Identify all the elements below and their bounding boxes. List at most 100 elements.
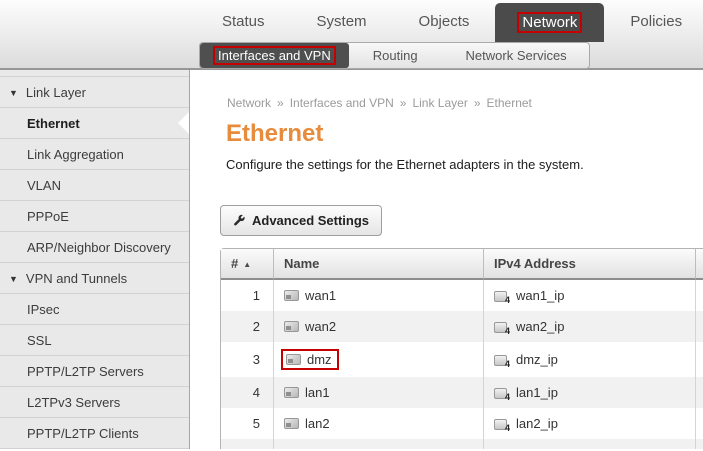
- nav-item-policies[interactable]: Policies: [604, 13, 703, 30]
- ipv4-address-name: lan1_ip: [516, 385, 558, 400]
- breadcrumb-link-network[interactable]: Network: [227, 96, 271, 110]
- ipv4-address-icon: 4: [494, 419, 507, 430]
- sidebar-item-l2tpv3-servers[interactable]: L2TPv3 Servers: [0, 386, 189, 417]
- table-row: 5 lan2 4lan2_ip: [221, 408, 703, 439]
- breadcrumb: Network » Interfaces and VPN » Link Layer » Et…: [227, 96, 703, 110]
- sub-navigation: Interfaces and VPN Routing Network Servi…: [199, 42, 590, 69]
- sidebar-item-ipsec[interactable]: IPsec: [0, 293, 189, 324]
- sidebar-item-arp-neighbor-discovery[interactable]: ARP/Neighbor Discovery: [0, 231, 189, 262]
- subtab-network-services[interactable]: Network Services: [442, 43, 590, 68]
- table-row: 2 wan2 4wan2_ip: [221, 311, 703, 342]
- ipv4-address-icon: 4: [494, 355, 507, 366]
- sidebar-section-vpn-and-tunnels[interactable]: ▼ VPN and Tunnels: [0, 262, 189, 293]
- nav-item-network[interactable]: Network: [495, 3, 604, 42]
- page-description: Configure the settings for the Ethernet …: [226, 157, 703, 172]
- ipv4-address-cell[interactable]: 4 lan2_ip: [483, 408, 695, 439]
- annotation-box: Interfaces and VPN: [213, 46, 336, 65]
- breadcrumb-separator: »: [400, 96, 407, 110]
- subtab-routing[interactable]: Routing: [349, 43, 442, 68]
- breadcrumb-link-link-layer[interactable]: Link Layer: [412, 96, 467, 110]
- ipv4-address-name: dmz_ip: [516, 352, 558, 367]
- breadcrumb-current-ethernet: Ethernet: [487, 96, 532, 110]
- wrench-icon: [233, 214, 246, 227]
- clipped-cell: [695, 342, 703, 377]
- interface-name: lan1: [305, 385, 330, 400]
- table-row: 4 lan1 4 lan1_ip: [221, 377, 703, 408]
- nav-item-system[interactable]: System: [291, 13, 393, 30]
- ipv4-address-name: lan3_ip: [516, 447, 558, 449]
- ipv4-address-cell[interactable]: 4 lan1_ip: [483, 377, 695, 408]
- sidebar-item-link-aggregation[interactable]: Link Aggregation: [0, 138, 189, 169]
- nav-item-status[interactable]: Status: [196, 13, 291, 30]
- top-navigation: Status System Objects Network Policies: [196, 0, 703, 42]
- interface-name: wan2: [305, 319, 336, 334]
- ipv4-address-cell[interactable]: 4lan3_ip: [483, 439, 695, 449]
- ipv4-address-name: wan2_ip: [516, 319, 564, 334]
- interface-name-cell[interactable]: lan3: [273, 439, 483, 449]
- sidebar-item-pptp-l2tp-servers[interactable]: PPTP/L2TP Servers: [0, 355, 189, 386]
- network-interface-icon: [284, 290, 299, 301]
- sidebar-section-link-layer[interactable]: ▼ Link Layer: [0, 76, 189, 107]
- table-row: 3 dmz 4dmz_ip: [221, 342, 703, 377]
- breadcrumb-separator: »: [277, 96, 284, 110]
- row-number: 1: [221, 280, 273, 311]
- sidebar-item-ethernet[interactable]: Ethernet: [0, 107, 189, 138]
- chevron-down-icon: ▼: [9, 274, 18, 284]
- sidebar-item-pptp-l2tp-clients[interactable]: PPTP/L2TP Clients: [0, 417, 189, 448]
- ipv4-address-icon: 4: [494, 388, 507, 399]
- row-number: 6: [221, 439, 273, 449]
- ethernet-interfaces-table: #▲ Name IPv4 Address 1 wan1 4wan1_ip 2 w…: [220, 248, 703, 449]
- chevron-down-icon: ▼: [9, 88, 18, 98]
- sidebar-item-vlan[interactable]: VLAN: [0, 169, 189, 200]
- column-header-ipv4-address[interactable]: IPv4 Address: [483, 249, 695, 280]
- table-row: 6 lan3 4lan3_ip: [221, 439, 703, 449]
- breadcrumb-link-interfaces-and-vpn[interactable]: Interfaces and VPN: [290, 96, 394, 110]
- advanced-settings-label: Advanced Settings: [252, 213, 369, 228]
- interface-name-cell[interactable]: dmz: [273, 342, 483, 377]
- ipv4-address-name: wan1_ip: [516, 288, 564, 303]
- ipv4-address-cell[interactable]: 4 wan2_ip: [483, 311, 695, 342]
- column-header-clipped: [695, 249, 703, 280]
- sidebar-item-ssl[interactable]: SSL: [0, 324, 189, 355]
- ipv4-address-icon: 4: [494, 322, 507, 333]
- interface-name-cell[interactable]: lan1: [273, 377, 483, 408]
- sidebar-section-title: VPN and Tunnels: [26, 271, 127, 286]
- ipv4-address-icon: 4: [494, 291, 507, 302]
- network-interface-icon: [284, 418, 299, 429]
- interface-name: lan2: [305, 416, 330, 431]
- subtab-interfaces-and-vpn[interactable]: Interfaces and VPN: [200, 43, 349, 68]
- annotation-box: Network: [517, 12, 582, 33]
- annotation-box: dmz: [281, 349, 339, 370]
- row-number: 4: [221, 377, 273, 408]
- subtab-interfaces-and-vpn-label: Interfaces and VPN: [218, 48, 331, 63]
- nav-item-network-label: Network: [522, 14, 577, 31]
- network-interface-icon: [286, 354, 301, 365]
- ipv4-address-name: lan2_ip: [516, 416, 558, 431]
- advanced-settings-button[interactable]: Advanced Settings: [220, 205, 382, 236]
- clipped-cell: [695, 311, 703, 342]
- sort-ascending-icon: ▲: [243, 260, 251, 269]
- clipped-cell: [695, 377, 703, 408]
- network-interface-icon: [284, 321, 299, 332]
- interface-name-cell[interactable]: wan1: [273, 280, 483, 311]
- nav-item-objects[interactable]: Objects: [393, 13, 496, 30]
- column-header-name[interactable]: Name: [273, 249, 483, 280]
- column-header-number-label: #: [231, 256, 238, 271]
- clipped-cell: [695, 280, 703, 311]
- content-area: Network » Interfaces and VPN » Link Layer » Et…: [190, 70, 703, 449]
- page-title: Ethernet: [226, 120, 703, 148]
- breadcrumb-separator: »: [474, 96, 481, 110]
- interface-name: lan3: [305, 447, 330, 449]
- ipv4-address-cell[interactable]: 4 dmz_ip: [483, 342, 695, 377]
- sidebar-item-pppoe[interactable]: PPPoE: [0, 200, 189, 231]
- sidebar-section-title: Link Layer: [26, 85, 86, 100]
- network-interface-icon: [284, 387, 299, 398]
- table-header-row: #▲ Name IPv4 Address: [221, 249, 703, 280]
- interface-name: wan1: [305, 288, 336, 303]
- interface-name-cell[interactable]: wan2: [273, 311, 483, 342]
- ipv4-address-cell[interactable]: 4 wan1_ip: [483, 280, 695, 311]
- column-header-number[interactable]: #▲: [221, 249, 273, 280]
- interface-name-cell[interactable]: lan2: [273, 408, 483, 439]
- sidebar-item-l2tpv3-clients[interactable]: L2TPv3 Clients: [0, 448, 189, 449]
- app-header: Status System Objects Network Policies I…: [0, 0, 703, 70]
